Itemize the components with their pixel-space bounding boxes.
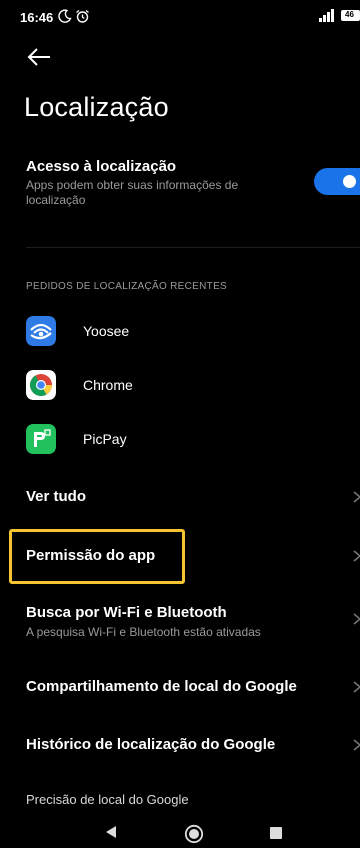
google-location-sharing-label: Compartilhamento de local do Google [26,678,297,695]
location-access-toggle[interactable] [314,168,360,195]
chrome-app-icon [26,370,56,400]
location-access-description: Apps podem obter suas informações de loc… [26,178,239,207]
status-bar: 16:46 46 [0,0,360,34]
google-location-accuracy-row[interactable]: Precisão de local do Google [26,792,189,807]
nav-home-icon[interactable] [184,824,204,844]
list-item-yoosee[interactable]: Yoosee [26,316,326,348]
highlight-box [9,529,185,584]
location-access-title: Acesso à localização [26,158,177,175]
nav-recents-icon[interactable] [270,827,282,839]
alarm-clock-icon [76,9,89,23]
google-location-history-label: Histórico de localização do Google [26,736,276,753]
list-item-picpay[interactable]: PicPay [26,424,326,456]
moon-icon [58,9,72,23]
arrow-left-icon[interactable] [26,47,52,67]
list-item-chrome[interactable]: Chrome [26,370,326,402]
picpay-app-icon [26,424,56,454]
toggle-knob [343,175,356,188]
chevron-right-icon [353,681,360,693]
yoosee-app-icon [26,316,56,346]
app-label: PicPay [83,431,127,447]
chevron-right-icon [353,613,360,625]
wifi-bluetooth-scan-label: Busca por Wi-Fi e Bluetooth [26,604,227,621]
see-all-label: Ver tudo [26,488,87,505]
wifi-bluetooth-scan-status: A pesquisa Wi-Fi e Bluetooth estão ativa… [26,625,261,639]
app-label: Chrome [83,377,133,393]
page-title: Localização [24,92,169,122]
nav-back-icon[interactable] [104,825,118,839]
divider [26,247,360,248]
recent-requests-header: PEDIDOS DE LOCALIZAÇÃO RECENTES [26,281,228,292]
chevron-right-icon [353,491,360,503]
battery-level: 46 [345,10,354,19]
navigation-bar [0,818,360,848]
battery-icon: 46 [341,10,360,21]
chevron-right-icon [353,739,360,751]
signal-icon [319,9,334,22]
chevron-right-icon [353,550,360,562]
status-time: 16:46 [20,10,54,25]
app-label: Yoosee [83,323,130,339]
